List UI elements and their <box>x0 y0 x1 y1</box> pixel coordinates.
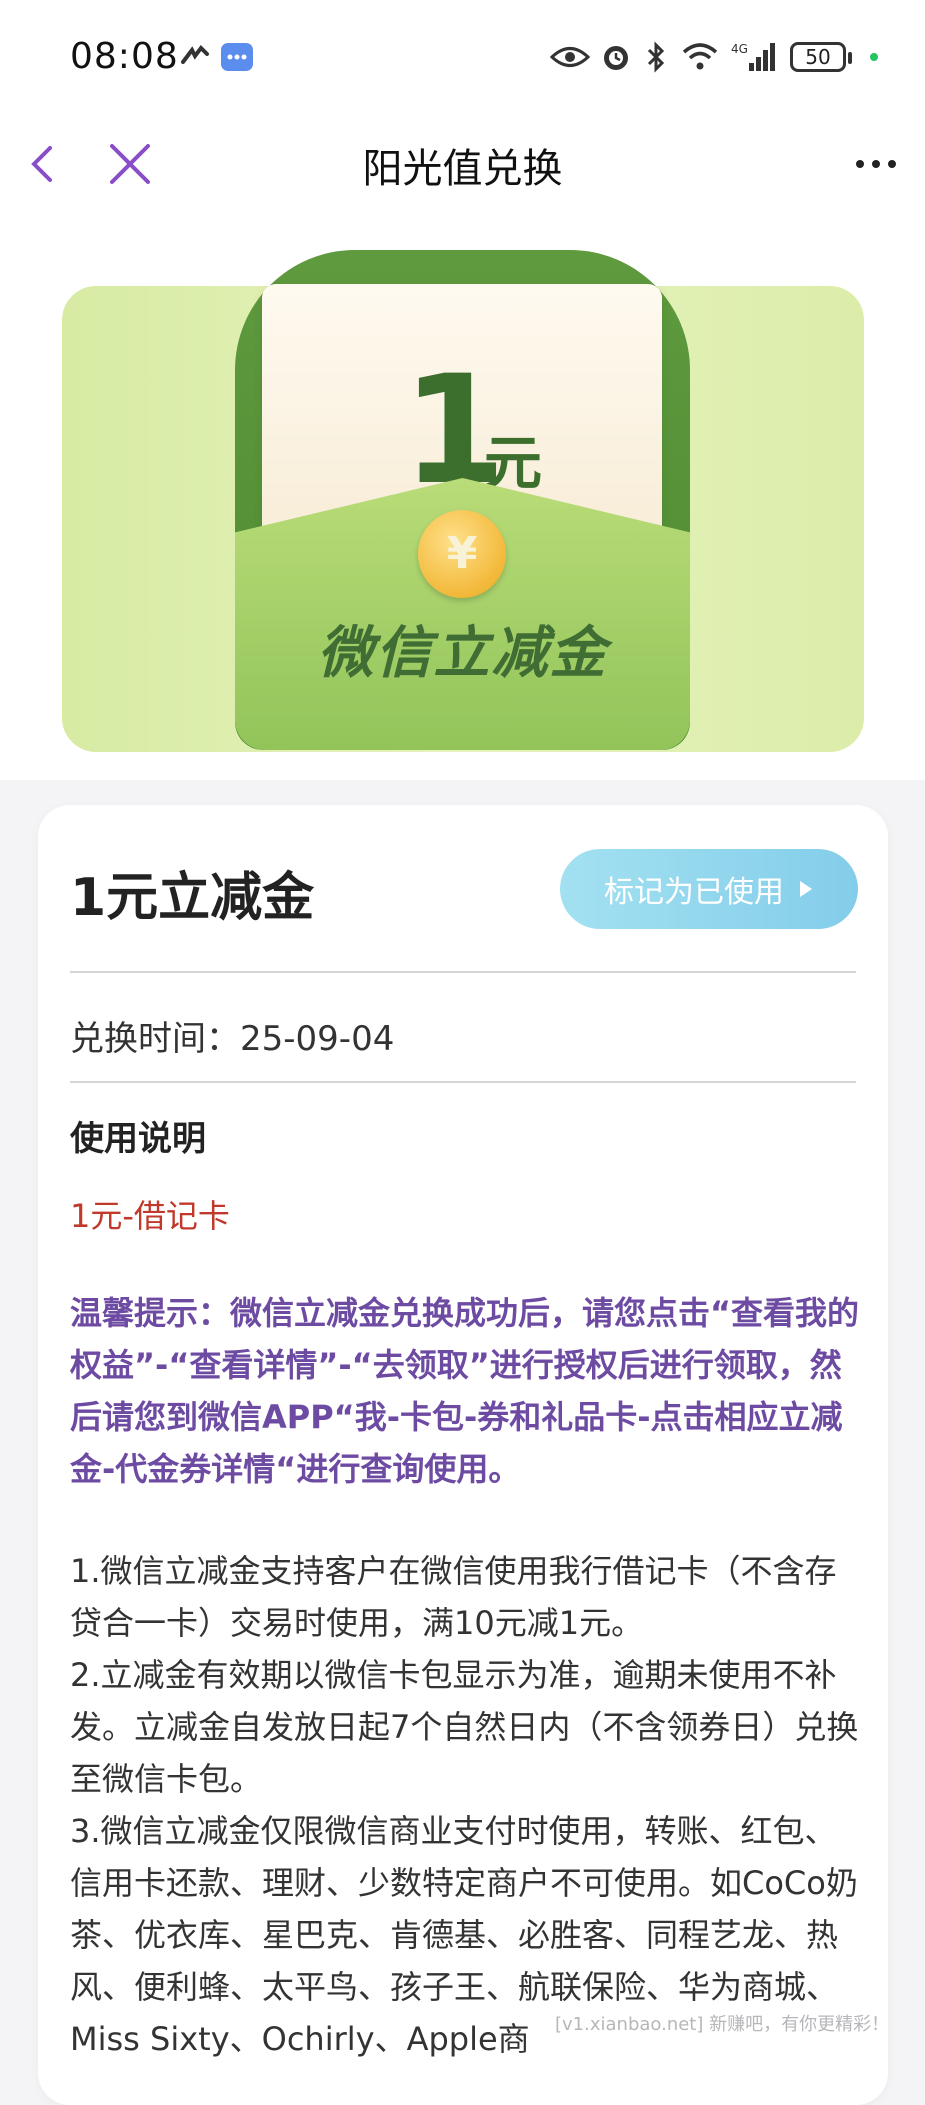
hero-banner: 1 元 ¥ 微信立减金 <box>0 220 925 780</box>
voucher-detail-card: 1元立减金 标记为已使用 兑换时间：25-09-04 使用说明 1元-借记卡 温… <box>38 805 888 2105</box>
divider <box>70 1081 856 1083</box>
divider <box>70 971 856 973</box>
app-icon <box>178 40 212 74</box>
coin-icon: ¥ <box>418 510 506 598</box>
message-icon <box>220 40 254 74</box>
mark-used-label: 标记为已使用 <box>604 875 784 910</box>
exchange-time: 兑换时间：25-09-04 <box>70 1019 395 1059</box>
wifi-icon <box>680 40 720 74</box>
tip-text: 温馨提示：微信立减金兑换成功后，请您点击“查看我的权益”-“查看详情”-“去领取… <box>70 1294 860 1488</box>
mark-used-button[interactable]: 标记为已使用 <box>560 849 858 929</box>
nav-bar: 阳光值兑换 <box>0 110 925 220</box>
usage-card-type: 1元-借记卡 <box>70 1197 230 1235</box>
eye-icon <box>550 40 590 74</box>
alarm-icon <box>598 40 634 74</box>
voucher-label: 微信立减金 <box>317 621 608 686</box>
status-time: 08:08 <box>70 36 179 77</box>
play-arrow-icon <box>800 881 812 897</box>
more-icon[interactable] <box>846 134 906 194</box>
battery-icon: 50 <box>790 42 852 72</box>
svg-text:4G: 4G <box>731 42 748 56</box>
watermark: [v1.xianbao.net] 新赚吧，有你更精彩！ <box>555 2014 890 2035</box>
status-dot <box>870 53 878 61</box>
rules-text: 1.微信立减金支持客户在微信使用我行借记卡（不含存贷合一卡）交易时使用，满10元… <box>70 1545 860 2065</box>
status-bar: 08:08 4G 50 <box>0 0 925 110</box>
bluetooth-icon <box>642 40 670 74</box>
rule-item: 2.立减金有效期以微信卡包显示为准，逾期未使用不补发。立减金自发放日起7个自然日… <box>70 1656 859 1798</box>
signal-4g-icon: 4G <box>730 40 780 74</box>
usage-title: 使用说明 <box>70 1119 206 1159</box>
rule-item: 1.微信立减金支持客户在微信使用我行借记卡（不含存贷合一卡）交易时使用，满10元… <box>70 1552 837 1642</box>
page-title: 阳光值兑换 <box>362 146 563 192</box>
voucher-title: 1元立减金 <box>70 868 315 928</box>
